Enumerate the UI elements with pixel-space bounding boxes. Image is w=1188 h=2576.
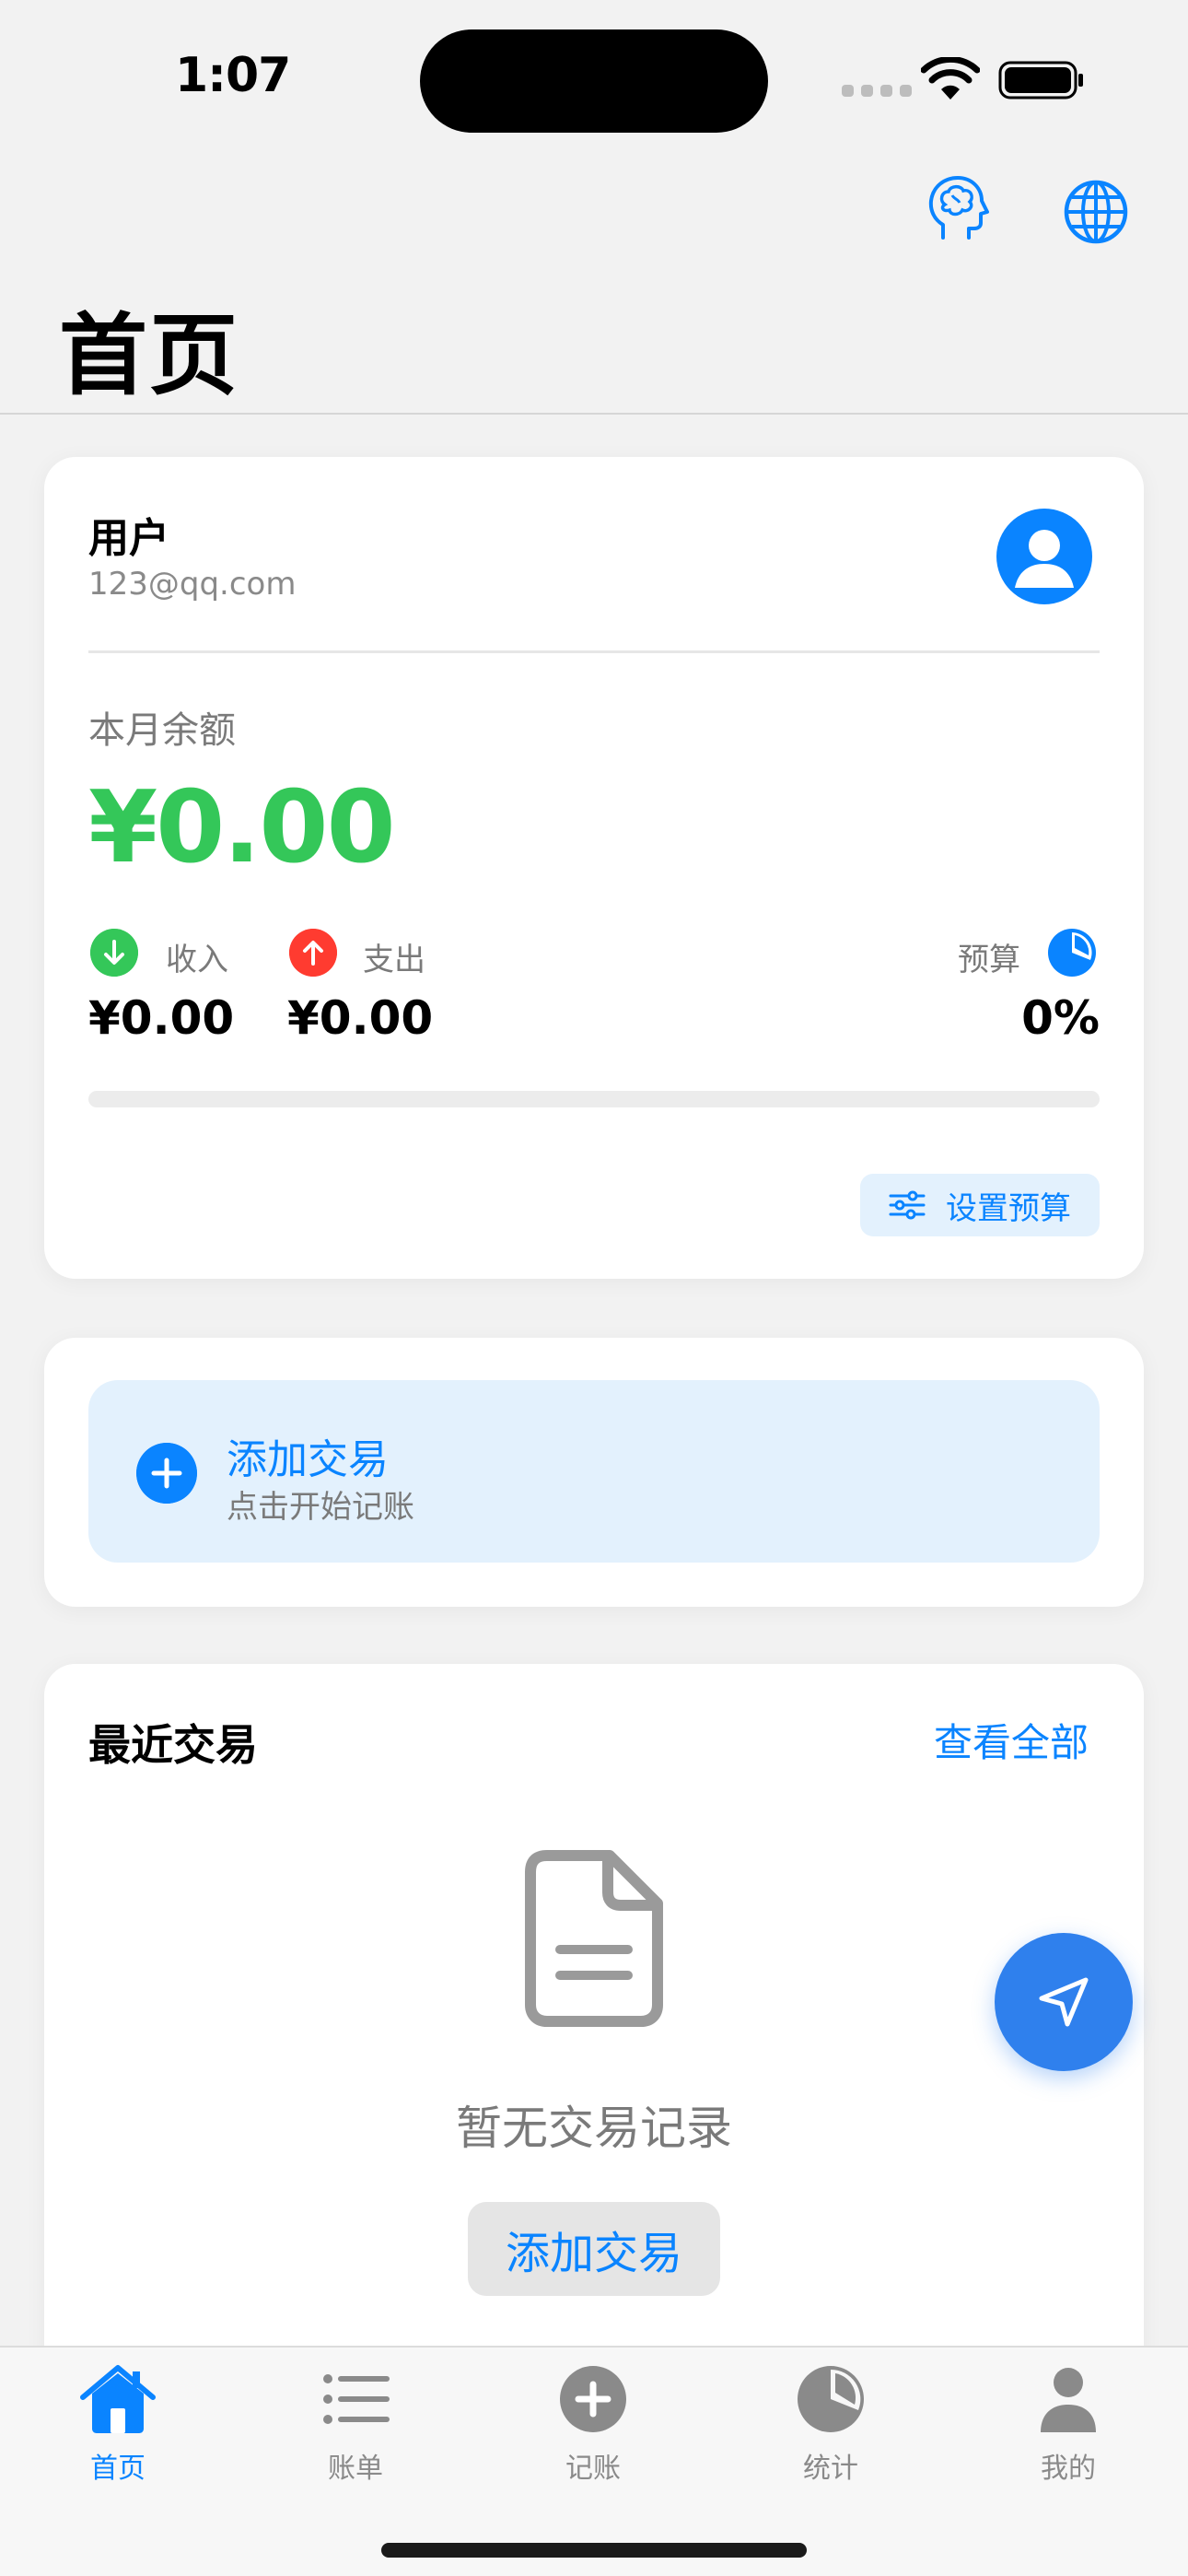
status-time: 1:07 (175, 48, 291, 103)
pie-chart-icon (1048, 929, 1096, 977)
location-arrow-icon (1039, 1977, 1089, 2027)
user-email: 123@qq.com (88, 566, 297, 603)
avatar[interactable] (996, 509, 1092, 604)
tab-profile-label: 我的 (1041, 2453, 1096, 2485)
income-label: 收入 (166, 942, 228, 978)
card-divider (88, 650, 1100, 653)
tab-profile[interactable]: 我的 (985, 2362, 1151, 2491)
set-budget-label: 设置预算 (946, 1189, 1071, 1227)
home-icon (80, 2365, 156, 2433)
document-icon (525, 1850, 663, 2027)
plus-circle-icon (560, 2366, 626, 2432)
balance-label: 本月余额 (88, 709, 236, 752)
set-budget-button[interactable]: 设置预算 (860, 1174, 1100, 1236)
cellular-signal-icon (842, 85, 912, 97)
brain-head-icon[interactable] (923, 173, 993, 243)
expense-amount: ¥0.00 (287, 991, 434, 1045)
recent-title: 最近交易 (88, 1720, 258, 1770)
plus-circle-icon (136, 1443, 197, 1504)
tab-record[interactable]: 记账 (510, 2362, 676, 2491)
dynamic-island (420, 29, 768, 133)
tab-bills-label: 账单 (328, 2453, 383, 2485)
sliders-icon (889, 1190, 926, 1220)
user-name: 用户 (88, 515, 169, 562)
tab-bills[interactable]: 账单 (273, 2362, 438, 2491)
tab-home-label: 首页 (90, 2453, 146, 2485)
page-title: 首页 (59, 304, 239, 407)
see-all-link[interactable]: 查看全部 (934, 1712, 1089, 1768)
add-transaction-title: 添加交易 (227, 1436, 389, 1483)
budget-percent: 0% (1021, 991, 1100, 1045)
budget-label: 预算 (958, 942, 1020, 978)
person-avatar-icon (1015, 530, 1074, 588)
expense-label: 支出 (363, 942, 425, 978)
floating-navigate-button[interactable] (995, 1933, 1133, 2071)
tab-stats-label: 统计 (803, 2453, 858, 2485)
income-amount: ¥0.00 (88, 991, 235, 1045)
person-icon (1041, 2368, 1096, 2432)
balance-amount: ¥0.00 (88, 770, 396, 885)
globe-icon[interactable] (1061, 177, 1131, 247)
pie-chart-icon (798, 2366, 864, 2432)
tab-home[interactable]: 首页 (35, 2362, 201, 2491)
wifi-icon (921, 57, 980, 100)
tab-stats[interactable]: 统计 (748, 2362, 914, 2491)
empty-add-transaction-button[interactable]: 添加交易 (468, 2202, 720, 2296)
home-indicator (381, 2543, 807, 2558)
list-icon (323, 2374, 390, 2424)
battery-icon (998, 61, 1083, 100)
tab-record-label: 记账 (565, 2453, 621, 2485)
income-arrow-down-icon (90, 929, 138, 977)
budget-progress-bar (88, 1091, 1100, 1107)
expense-arrow-up-icon (289, 929, 337, 977)
header-divider (0, 413, 1188, 415)
add-transaction-subtitle: 点击开始记账 (227, 1489, 414, 1526)
empty-state-text: 暂无交易记录 (456, 2102, 732, 2155)
